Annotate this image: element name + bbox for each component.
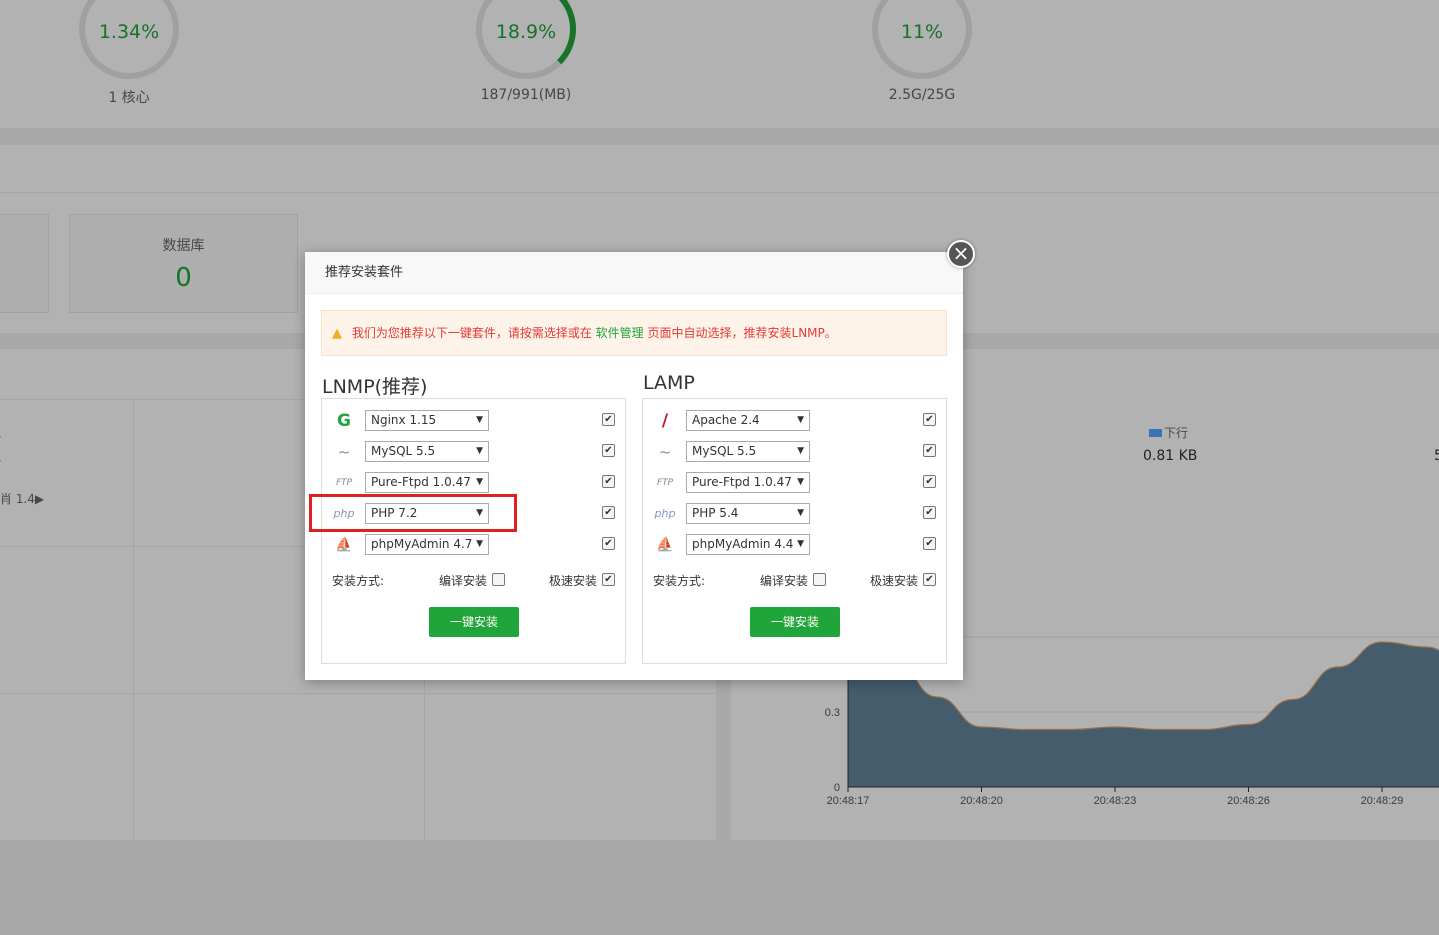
fast-install-label: 极速安装: [870, 574, 919, 588]
compile-install-checkbox[interactable]: [492, 573, 505, 586]
php-icon: php: [654, 507, 676, 520]
lnmp-title: LNMP(推荐): [322, 376, 428, 398]
recommend-alert: ▲ 我们为您推荐以下一键套件，请按需选择或在 软件管理 页面中自动选择，推荐安装…: [321, 310, 947, 356]
highlight-box: [309, 494, 517, 532]
lamp-php-row: php PHP 5.4 ▼ ✔: [653, 502, 936, 526]
compile-install-label: 编译安装: [439, 574, 488, 588]
php-version-select[interactable]: PHP 5.4 ▼: [686, 503, 810, 524]
apache-checkbox[interactable]: ✔: [923, 413, 936, 426]
lnmp-ftp-row: FTP Pure-Ftpd 1.0.47 ▼ ✔: [332, 471, 615, 495]
apache-version-select[interactable]: Apache 2.4 ▼: [686, 410, 810, 431]
dropdown-arrow-icon: ▼: [797, 539, 804, 549]
alert-text-suffix: 页面中自动选择，推荐安装LNMP。: [647, 326, 837, 340]
lnmp-phpmyadmin-row: ⛵ phpMyAdmin 4.7 ▼ ✔: [332, 533, 615, 557]
nginx-icon: G: [337, 411, 351, 431]
lnmp-nginx-row: G Nginx 1.15 ▼ ✔: [332, 409, 615, 433]
ftp-version-select[interactable]: Pure-Ftpd 1.0.47 ▼: [686, 472, 810, 493]
lamp-install-button[interactable]: 一键安装: [750, 607, 840, 637]
dropdown-arrow-icon: ▼: [476, 539, 483, 549]
lamp-apache-row: / Apache 2.4 ▼ ✔: [653, 409, 936, 433]
fast-install-checkbox[interactable]: ✔: [923, 573, 936, 586]
lamp-install-mode: 安装方式: 编译安装 极速安装 ✔: [653, 571, 936, 589]
lnmp-install-button[interactable]: 一键安装: [429, 607, 519, 637]
warning-icon: ▲: [332, 326, 342, 341]
mysql-version-select[interactable]: MySQL 5.5 ▼: [686, 441, 810, 462]
phpmyadmin-icon: ⛵: [335, 537, 353, 553]
lamp-title: LAMP: [643, 372, 695, 394]
mysql-checkbox[interactable]: ✔: [602, 444, 615, 457]
nginx-checkbox[interactable]: ✔: [602, 413, 615, 426]
mysql-icon: ~: [337, 443, 351, 461]
mysql-icon: ~: [658, 443, 672, 461]
compile-install-label: 编译安装: [760, 574, 809, 588]
ftp-version-select[interactable]: Pure-Ftpd 1.0.47 ▼: [365, 472, 489, 493]
ftp-checkbox[interactable]: ✔: [602, 475, 615, 488]
phpmyadmin-checkbox[interactable]: ✔: [923, 537, 936, 550]
nginx-version-select[interactable]: Nginx 1.15 ▼: [365, 410, 489, 431]
install-mode-label: 安装方式:: [332, 574, 385, 588]
lamp-phpmyadmin-row: ⛵ phpMyAdmin 4.4 ▼ ✔: [653, 533, 936, 557]
dropdown-arrow-icon: ▼: [476, 415, 483, 425]
lamp-mysql-row: ~ MySQL 5.5 ▼ ✔: [653, 440, 936, 464]
lamp-suite: / Apache 2.4 ▼ ✔ ~ MySQL 5.5 ▼ ✔ FTP Pure-…: [642, 398, 947, 664]
dropdown-arrow-icon: ▼: [476, 446, 483, 456]
phpmyadmin-version-select[interactable]: phpMyAdmin 4.7 ▼: [365, 534, 489, 555]
software-manage-link[interactable]: 软件管理: [596, 326, 644, 340]
dropdown-arrow-icon: ▼: [797, 415, 804, 425]
ftp-icon: FTP: [656, 478, 674, 488]
lamp-ftp-row: FTP Pure-Ftpd 1.0.47 ▼ ✔: [653, 471, 936, 495]
ftp-icon: FTP: [335, 478, 353, 488]
close-icon[interactable]: ×: [947, 240, 975, 268]
lnmp-install-mode: 安装方式: 编译安装 极速安装 ✔: [332, 571, 615, 589]
compile-install-checkbox[interactable]: [813, 573, 826, 586]
phpmyadmin-version-select[interactable]: phpMyAdmin 4.4 ▼: [686, 534, 810, 555]
dropdown-arrow-icon: ▼: [797, 477, 804, 487]
phpmyadmin-icon: ⛵: [656, 537, 674, 553]
dialog-title: 推荐安装套件: [305, 252, 963, 294]
mysql-checkbox[interactable]: ✔: [923, 444, 936, 457]
dropdown-arrow-icon: ▼: [476, 477, 483, 487]
phpmyadmin-checkbox[interactable]: ✔: [602, 537, 615, 550]
alert-text-prefix: 我们为您推荐以下一键套件，请按需选择或在: [351, 326, 592, 340]
php-checkbox[interactable]: ✔: [923, 506, 936, 519]
install-mode-label: 安装方式:: [653, 574, 706, 588]
fast-install-label: 极速安装: [549, 574, 598, 588]
apache-feather-icon: /: [661, 411, 669, 431]
dropdown-arrow-icon: ▼: [797, 446, 804, 456]
php-checkbox[interactable]: ✔: [602, 506, 615, 519]
dropdown-arrow-icon: ▼: [797, 508, 804, 518]
mysql-version-select[interactable]: MySQL 5.5 ▼: [365, 441, 489, 462]
lnmp-mysql-row: ~ MySQL 5.5 ▼ ✔: [332, 440, 615, 464]
ftp-checkbox[interactable]: ✔: [923, 475, 936, 488]
fast-install-checkbox[interactable]: ✔: [602, 573, 615, 586]
install-suite-dialog: 推荐安装套件 ▲ 我们为您推荐以下一键套件，请按需选择或在 软件管理 页面中自动…: [305, 252, 963, 680]
